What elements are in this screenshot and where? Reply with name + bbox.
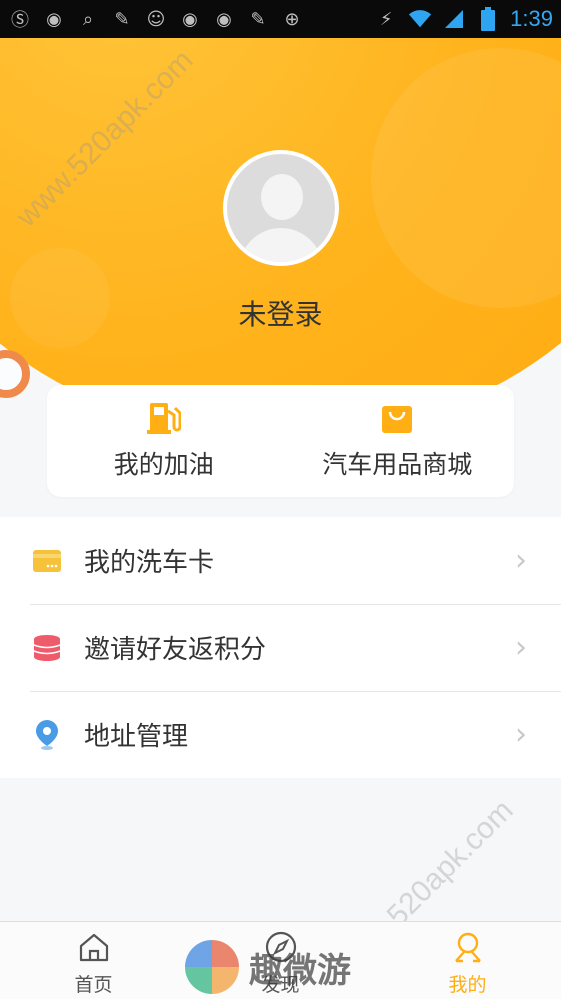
menu-item-label: 地址管理 [84, 722, 189, 752]
battery-icon [476, 7, 500, 31]
search-icon: ⌕ [82, 8, 94, 30]
status-right-icons: ⚡ 1:39 [374, 6, 553, 32]
chevron-right-icon: › [515, 717, 527, 752]
user-icon [451, 930, 485, 964]
locate-icon: ⊕ [284, 8, 300, 30]
quick-action-label: 汽车用品商城 [322, 450, 473, 479]
colorful-ball-icon: ◉ [46, 8, 62, 30]
nav-label: 首页 [74, 974, 113, 996]
location-pin-icon [32, 719, 62, 750]
glasses-icon: ☺ [146, 8, 166, 30]
no-signal-icon: ⚡ [379, 8, 393, 30]
quick-action-label: 我的加油 [113, 450, 214, 479]
profile-header: 未登录 [0, 38, 561, 408]
nav-label: 发现 [261, 974, 300, 996]
colorful-ball-icon: ◉ [182, 8, 198, 30]
fuel-pump-icon [146, 399, 181, 435]
login-status[interactable]: 未登录 [0, 293, 561, 333]
avatar[interactable] [223, 150, 339, 266]
chevron-right-icon: › [515, 543, 527, 578]
quick-action-refuel[interactable]: 我的加油 [47, 385, 281, 497]
cellular-icon [442, 7, 466, 31]
chevron-right-icon: › [515, 630, 527, 665]
nav-home[interactable]: 首页 [0, 922, 187, 999]
menu-item-invite-friends[interactable]: 邀请好友返积分 › [0, 604, 561, 691]
home-icon [77, 930, 111, 964]
avatar-placeholder-icon [227, 154, 335, 262]
tool-icon: ✎ [114, 8, 130, 30]
menu-item-address[interactable]: 地址管理 › [0, 691, 561, 778]
status-time: 1:39 [510, 6, 553, 31]
tool-icon: ✎ [250, 8, 266, 30]
colorful-ball-icon: ◉ [216, 8, 232, 30]
bottom-navigation: 首页 发现 我的 [0, 921, 561, 999]
nav-discover[interactable]: 发现 [187, 922, 374, 999]
wifi-icon [408, 7, 432, 31]
status-left-icons: Ⓢ ◉ ⌕ ✎ ☺ ◉ ◉ ✎ ⊕ [8, 7, 304, 32]
compass-icon [264, 930, 298, 964]
menu-item-label: 邀请好友返积分 [84, 635, 267, 665]
status-bar: Ⓢ ◉ ⌕ ✎ ☺ ◉ ◉ ✎ ⊕ ⚡ 1:39 [0, 0, 561, 38]
coins-stack-icon [32, 633, 62, 663]
shopping-bag-icon [380, 399, 414, 435]
menu-list: 我的洗车卡 › 邀请好友返积分 › 地址管理 › [0, 517, 561, 778]
nav-label: 我的 [448, 974, 487, 996]
menu-item-car-wash-card[interactable]: 我的洗车卡 › [0, 517, 561, 604]
menu-item-label: 我的洗车卡 [84, 548, 215, 578]
quick-actions-card: 我的加油 汽车用品商城 [47, 385, 514, 497]
card-icon [32, 546, 62, 576]
sogou-icon: Ⓢ [11, 10, 29, 31]
quick-action-mall[interactable]: 汽车用品商城 [281, 385, 515, 497]
nav-mine[interactable]: 我的 [374, 922, 561, 999]
